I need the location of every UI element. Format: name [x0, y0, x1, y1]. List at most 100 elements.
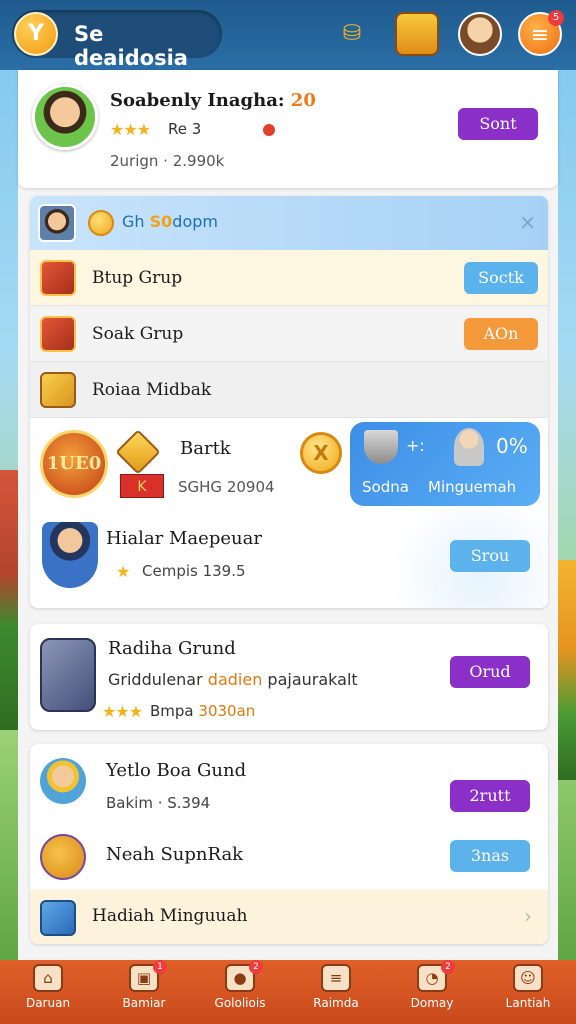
notification-icon[interactable]: ≡ 5	[518, 10, 564, 56]
box-icon: ▣ 1	[129, 960, 167, 992]
trophy-icon	[364, 430, 398, 464]
reward-sub: Griddulenar dadien pajaurakalt	[108, 670, 358, 689]
group-avatar	[38, 204, 76, 242]
nav-item-label: Daruan	[25, 996, 71, 1010]
bottom-nav: ⌂ Daruan ▣ 1 Bamiar ● 2 Gololiois ≡ Raimda…	[0, 960, 576, 1024]
nav-badge: 2	[249, 960, 263, 974]
nav-item-chat[interactable]: ◔ 2 Domay	[384, 960, 480, 1022]
status-dot	[263, 124, 275, 136]
main-panel: Soabenly Inagha: 20 ★★★ Re 3 2urign · 2.…	[18, 70, 558, 960]
notification-badge: 5	[548, 10, 564, 26]
safe-box-icon	[40, 638, 96, 712]
coin-icon[interactable]: X	[300, 432, 342, 474]
group-row-1[interactable]: Btup Grup Soctk	[30, 250, 548, 306]
home-icon: ⌂	[33, 964, 63, 992]
reward-sub-suffix: pajaurakalt	[267, 670, 358, 689]
avatar[interactable]	[32, 84, 98, 150]
hero-button[interactable]: Srou	[450, 540, 530, 572]
app-title: Se deaidosia	[74, 22, 188, 70]
star-icon: ★	[116, 562, 130, 581]
bottom-row-1[interactable]: Yetlo Boa Gund Bakim · S.394 2rutt	[30, 744, 548, 824]
gift-box-icon	[40, 900, 76, 936]
nav-item-home[interactable]: ⌂ Daruan	[0, 964, 96, 1022]
gift-box-icon	[40, 316, 76, 352]
nav-badge: 1	[153, 960, 167, 974]
coins-icon[interactable]: ⛁	[330, 12, 374, 56]
coin-icon	[88, 210, 114, 236]
hero-row[interactable]: Hialar Maepeuar ★ Cempis 139.5 Srou	[30, 506, 548, 608]
treasure-chest-icon[interactable]	[395, 12, 439, 56]
reward-button[interactable]: Orud	[450, 656, 530, 688]
group-title-accent: S0	[149, 212, 173, 231]
profile-stat: 2urign · 2.990k	[110, 152, 225, 170]
smiley-icon-glyph: ●	[233, 969, 247, 987]
group-row-2-button[interactable]: AOn	[464, 318, 538, 350]
chevron-right-icon: ›	[524, 904, 532, 928]
nav-item-label: Raimda	[313, 996, 359, 1010]
bottom-row-1-button[interactable]: 2rutt	[450, 780, 530, 812]
close-icon[interactable]: ×	[519, 210, 536, 234]
nav-badge: 2	[441, 960, 455, 974]
clipboard-icon: ≡	[321, 964, 351, 992]
bottom-row-1-title: Yetlo Boa Gund	[106, 760, 247, 781]
user-icon: ☺	[513, 964, 543, 992]
avatar-icon[interactable]	[458, 12, 502, 56]
promo-plus: +:	[406, 436, 425, 455]
smiley-icon: ● 2	[225, 960, 263, 992]
group-row-2[interactable]: Soak Grup AOn	[30, 306, 548, 362]
promo-name: Bartk	[180, 438, 231, 459]
group-title-prefix: Gh	[122, 212, 145, 231]
promo-stats-panel[interactable]: +: 0% Sodna Minguemah	[350, 422, 540, 506]
profile-rank: Re 3	[168, 120, 202, 138]
group-card: Gh S0dopm × Btup Grup Soctk Soak Grup AO…	[30, 196, 548, 608]
group-row-1-button[interactable]: Soctk	[464, 262, 538, 294]
reward-stars-text: Bmpa 3030an	[150, 702, 255, 720]
bottom-card: Yetlo Boa Gund Bakim · S.394 2rutt Neah …	[30, 744, 548, 944]
nav-item-label: Gololiois	[214, 996, 266, 1010]
bottom-footer-label: Hadiah Minguuah	[92, 906, 248, 926]
bottom-row-2-title: Neah SupnRak	[106, 844, 244, 865]
bottom-footer-link[interactable]: Hadiah Minguuah ›	[30, 890, 548, 944]
nav-item-box[interactable]: ▣ 1 Bamiar	[96, 960, 192, 1022]
hero-sub: Cempis 139.5	[142, 562, 246, 580]
nav-item-clipboard[interactable]: ≡ Raimda	[288, 964, 384, 1022]
chat-icon-glyph: ◔	[425, 969, 439, 987]
group-row-label: Btup Grup	[92, 268, 183, 288]
group-title-suffix: dopm	[172, 212, 218, 231]
bottom-row-2-button[interactable]: 3nas	[450, 840, 530, 872]
hero-name: Hialar Maepeuar	[106, 528, 262, 549]
nav-item-label: Lantiah	[505, 996, 551, 1010]
promo-caption-left: Sodna	[362, 478, 409, 496]
title-pill[interactable]: Y Se deaidosia	[12, 10, 222, 70]
profile-action-button[interactable]: Sont	[458, 108, 538, 140]
profile-level: 20	[290, 90, 316, 111]
bottom-row-2[interactable]: Neah SupnRak 3nas	[30, 830, 548, 886]
reward-card: Radiha Grund Griddulenar dadien pajaurak…	[30, 624, 548, 730]
star-rating-icon: ★★★	[102, 702, 143, 721]
group-row-label: Soak Grup	[92, 324, 184, 344]
hero-character-icon	[42, 522, 98, 588]
coins-icon	[40, 834, 86, 880]
nav-item-smiley[interactable]: ● 2 Gololiois	[192, 960, 288, 1022]
group-header: Gh S0dopm ×	[30, 196, 548, 250]
reward-sub-prefix: Griddulenar	[108, 670, 203, 689]
profile-name: Soabenly Inagha: 20	[110, 90, 316, 111]
person-icon	[454, 428, 484, 466]
reward-stars-prefix: Bmpa	[150, 702, 194, 720]
nav-item-user[interactable]: ☺ Lantiah	[480, 964, 576, 1022]
box-icon-glyph: ▣	[136, 969, 152, 987]
profile-card: Soabenly Inagha: 20 ★★★ Re 3 2urign · 2.…	[18, 70, 558, 188]
profile-name-text: Soabenly Inagha:	[110, 90, 285, 111]
player-avatar-icon	[40, 758, 86, 804]
promo-badge-icon: 1UE0	[40, 430, 108, 498]
reward-sub-accent: dadien	[207, 670, 263, 689]
promo-banner[interactable]: 1UE0 Bartk K SGHG 20904 X +: 0% Sodna Mi…	[30, 422, 548, 512]
promo-sub: SGHG 20904	[178, 478, 275, 496]
bottom-row-1-sub: Bakim · S.394	[106, 794, 211, 812]
gem-icon	[115, 429, 161, 475]
gift-box-icon	[40, 260, 76, 296]
reward-title: Radiha Grund	[108, 638, 236, 659]
star-rating-icon: ★★★	[110, 120, 151, 139]
group-row-3[interactable]: Roiaa Midbak	[30, 362, 548, 418]
top-bar: Y Se deaidosia ⛁ ≡ 5	[0, 0, 576, 70]
